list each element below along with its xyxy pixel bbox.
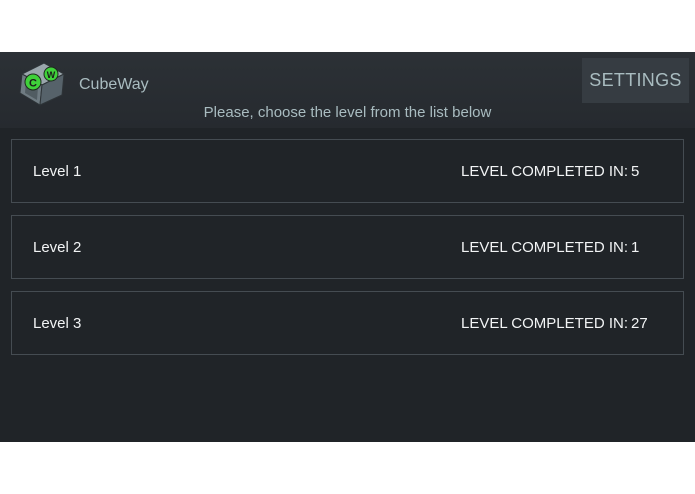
level-item-3[interactable]: Level 3 LEVEL COMPLETED IN: 27	[11, 291, 684, 355]
app-screen: C W CubeWay SETTINGS Please, choose the …	[0, 52, 695, 442]
level-status-value: 1	[631, 239, 640, 256]
logo-letter-c: C	[29, 78, 37, 90]
level-item-2[interactable]: Level 2 LEVEL COMPLETED IN: 1	[11, 215, 684, 279]
level-status-label: LEVEL COMPLETED IN:	[461, 315, 628, 332]
level-list: Level 1 LEVEL COMPLETED IN: 5 Level 2 LE…	[11, 139, 684, 367]
level-status-value: 5	[631, 163, 640, 180]
level-name: Level 3	[33, 315, 82, 332]
settings-button[interactable]: SETTINGS	[582, 58, 689, 103]
level-status-label: LEVEL COMPLETED IN:	[461, 163, 628, 180]
level-status-label: LEVEL COMPLETED IN:	[461, 239, 628, 256]
level-name: Level 2	[33, 239, 82, 256]
app-title: CubeWay	[79, 76, 149, 93]
level-item-1[interactable]: Level 1 LEVEL COMPLETED IN: 5	[11, 139, 684, 203]
cube-logo-icon[interactable]: C W	[14, 58, 70, 110]
level-status-value: 27	[631, 315, 648, 332]
logo-letter-w: W	[47, 70, 56, 80]
action-bar: C W CubeWay SETTINGS Please, choose the …	[0, 52, 695, 128]
instruction-text: Please, choose the level from the list b…	[203, 104, 492, 121]
level-name: Level 1	[33, 163, 82, 180]
